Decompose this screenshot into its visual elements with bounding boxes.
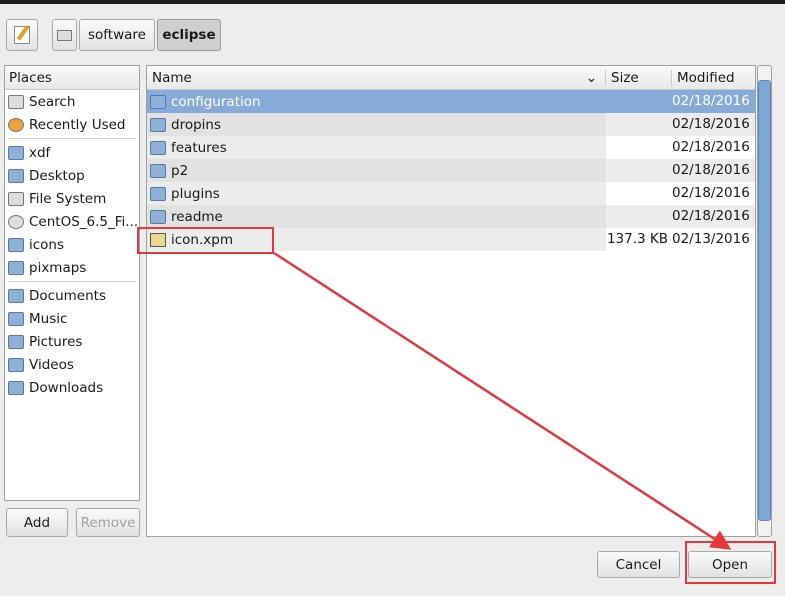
annotation-arrow bbox=[273, 251, 732, 550]
